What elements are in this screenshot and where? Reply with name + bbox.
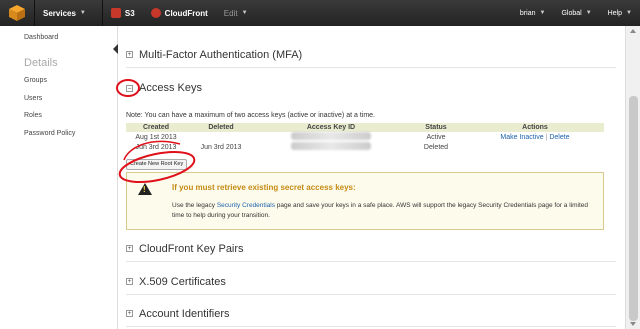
expand-icon: + <box>126 245 133 252</box>
services-menu[interactable]: Services ▼ <box>35 0 94 26</box>
deleted-cell <box>186 132 256 142</box>
security-credentials-link[interactable]: Security Credentials <box>217 202 275 209</box>
chevron-down-icon: ▼ <box>626 10 632 16</box>
status-cell: Deleted <box>423 143 449 151</box>
column-header-actions: Actions <box>466 123 604 132</box>
section-account-identifiers[interactable]: + Account Identifiers <box>126 301 616 327</box>
help-menu[interactable]: Help ▼ <box>600 0 640 26</box>
section-title: Multi-Factor Authentication (MFA) <box>139 48 303 61</box>
sidebar-item-users[interactable]: Users <box>24 95 42 102</box>
s3-shortcut[interactable]: S3 <box>103 0 143 26</box>
cloudfront-label: CloudFront <box>164 8 208 18</box>
chevron-down-icon: ▼ <box>241 10 248 16</box>
sidebar: Dashboard Details Groups Users Roles Pas… <box>0 26 118 329</box>
chevron-down-icon: ▼ <box>585 10 592 16</box>
sidebar-heading-details: Details <box>24 57 58 69</box>
expand-icon: + <box>126 51 133 58</box>
cloudfront-icon <box>150 8 161 18</box>
warning-text-pre: Use the legacy <box>172 202 217 209</box>
services-label: Services <box>43 8 76 18</box>
s3-icon <box>110 8 121 18</box>
sidebar-item-roles[interactable]: Roles <box>24 112 42 119</box>
aws-cube-icon[interactable] <box>8 4 26 22</box>
action-separator: | <box>545 133 548 141</box>
chevron-down-icon: ▼ <box>79 10 86 16</box>
access-key-id-cell <box>256 142 406 152</box>
region-menu[interactable]: Global ▼ <box>553 0 599 26</box>
sidebar-item-password-policy[interactable]: Password Policy <box>24 130 75 137</box>
help-label: Help <box>607 9 623 17</box>
table-row: Aug 1st 2013 Active Make Inactive | Dele… <box>126 132 604 142</box>
access-key-id-cell <box>256 132 406 142</box>
user-menu[interactable]: brian ▼ <box>512 0 554 26</box>
warning-box: ! If you must retrieve existing secret a… <box>126 172 604 230</box>
chevron-down-icon: ▼ <box>539 10 546 16</box>
created-cell: Aug 1st 2013 <box>135 133 177 141</box>
column-header-deleted: Deleted <box>186 123 256 132</box>
top-navigation-bar: Services ▼ S3 CloudFront Edit ▼ brian ▼ … <box>0 0 640 26</box>
section-title: X.509 Certificates <box>139 275 226 288</box>
main-content: + Multi-Factor Authentication (MFA) − Ac… <box>118 26 625 329</box>
column-header-access-key-id: Access Key ID <box>256 123 406 132</box>
created-cell: Jun 3rd 2013 <box>135 143 177 151</box>
sidebar-item-groups[interactable]: Groups <box>24 77 47 84</box>
access-keys-table: Created Deleted Access Key ID Status Act… <box>126 123 604 152</box>
deleted-cell: Jun 3rd 2013 <box>200 143 242 151</box>
redacted-key <box>291 132 371 140</box>
section-title: CloudFront Key Pairs <box>139 242 244 255</box>
expand-icon: + <box>126 278 133 285</box>
collapse-icon: − <box>126 84 133 92</box>
column-header-created: Created <box>126 123 186 132</box>
table-row: Jun 3rd 2013 Jun 3rd 2013 Deleted <box>126 142 604 152</box>
actions-cell: Make Inactive | Delete <box>466 132 604 142</box>
warning-body: Use the legacy Security Credentials page… <box>172 201 592 221</box>
sidebar-item-dashboard[interactable]: Dashboard <box>24 34 58 41</box>
section-title: Account Identifiers <box>139 307 230 320</box>
section-mfa[interactable]: + Multi-Factor Authentication (MFA) <box>126 42 616 68</box>
s3-label: S3 <box>124 8 135 18</box>
warning-icon: ! <box>138 183 152 195</box>
scrollbar-thumb[interactable] <box>629 96 638 321</box>
edit-menu[interactable]: Edit ▼ <box>216 0 256 26</box>
user-label: brian <box>519 9 536 17</box>
actions-cell <box>466 142 604 152</box>
delete-link[interactable]: Delete <box>549 134 569 141</box>
section-title: Access Keys <box>139 82 202 94</box>
create-new-root-key-button[interactable]: Create New Root Key <box>126 159 188 170</box>
edit-label: Edit <box>223 8 238 18</box>
section-access-keys[interactable]: − Access Keys <box>126 75 616 101</box>
table-header-row: Created Deleted Access Key ID Status Act… <box>126 123 604 132</box>
section-cloudfront-key-pairs[interactable]: + CloudFront Key Pairs <box>126 236 616 262</box>
vertical-scrollbar[interactable] <box>625 26 640 329</box>
make-inactive-link[interactable]: Make Inactive <box>500 134 543 141</box>
expand-icon: + <box>126 310 133 317</box>
scroll-down-icon[interactable] <box>630 322 636 326</box>
access-keys-note: Note: You can have a maximum of two acce… <box>126 112 375 119</box>
status-cell: Active <box>426 133 446 141</box>
warning-title: If you must retrieve existing secret acc… <box>172 183 356 192</box>
region-label: Global <box>561 9 582 17</box>
redacted-key <box>291 142 371 150</box>
column-header-status: Status <box>406 123 466 132</box>
cloudfront-shortcut[interactable]: CloudFront <box>143 0 216 26</box>
scroll-up-icon[interactable] <box>630 29 636 33</box>
section-x509-certificates[interactable]: + X.509 Certificates <box>126 269 616 295</box>
